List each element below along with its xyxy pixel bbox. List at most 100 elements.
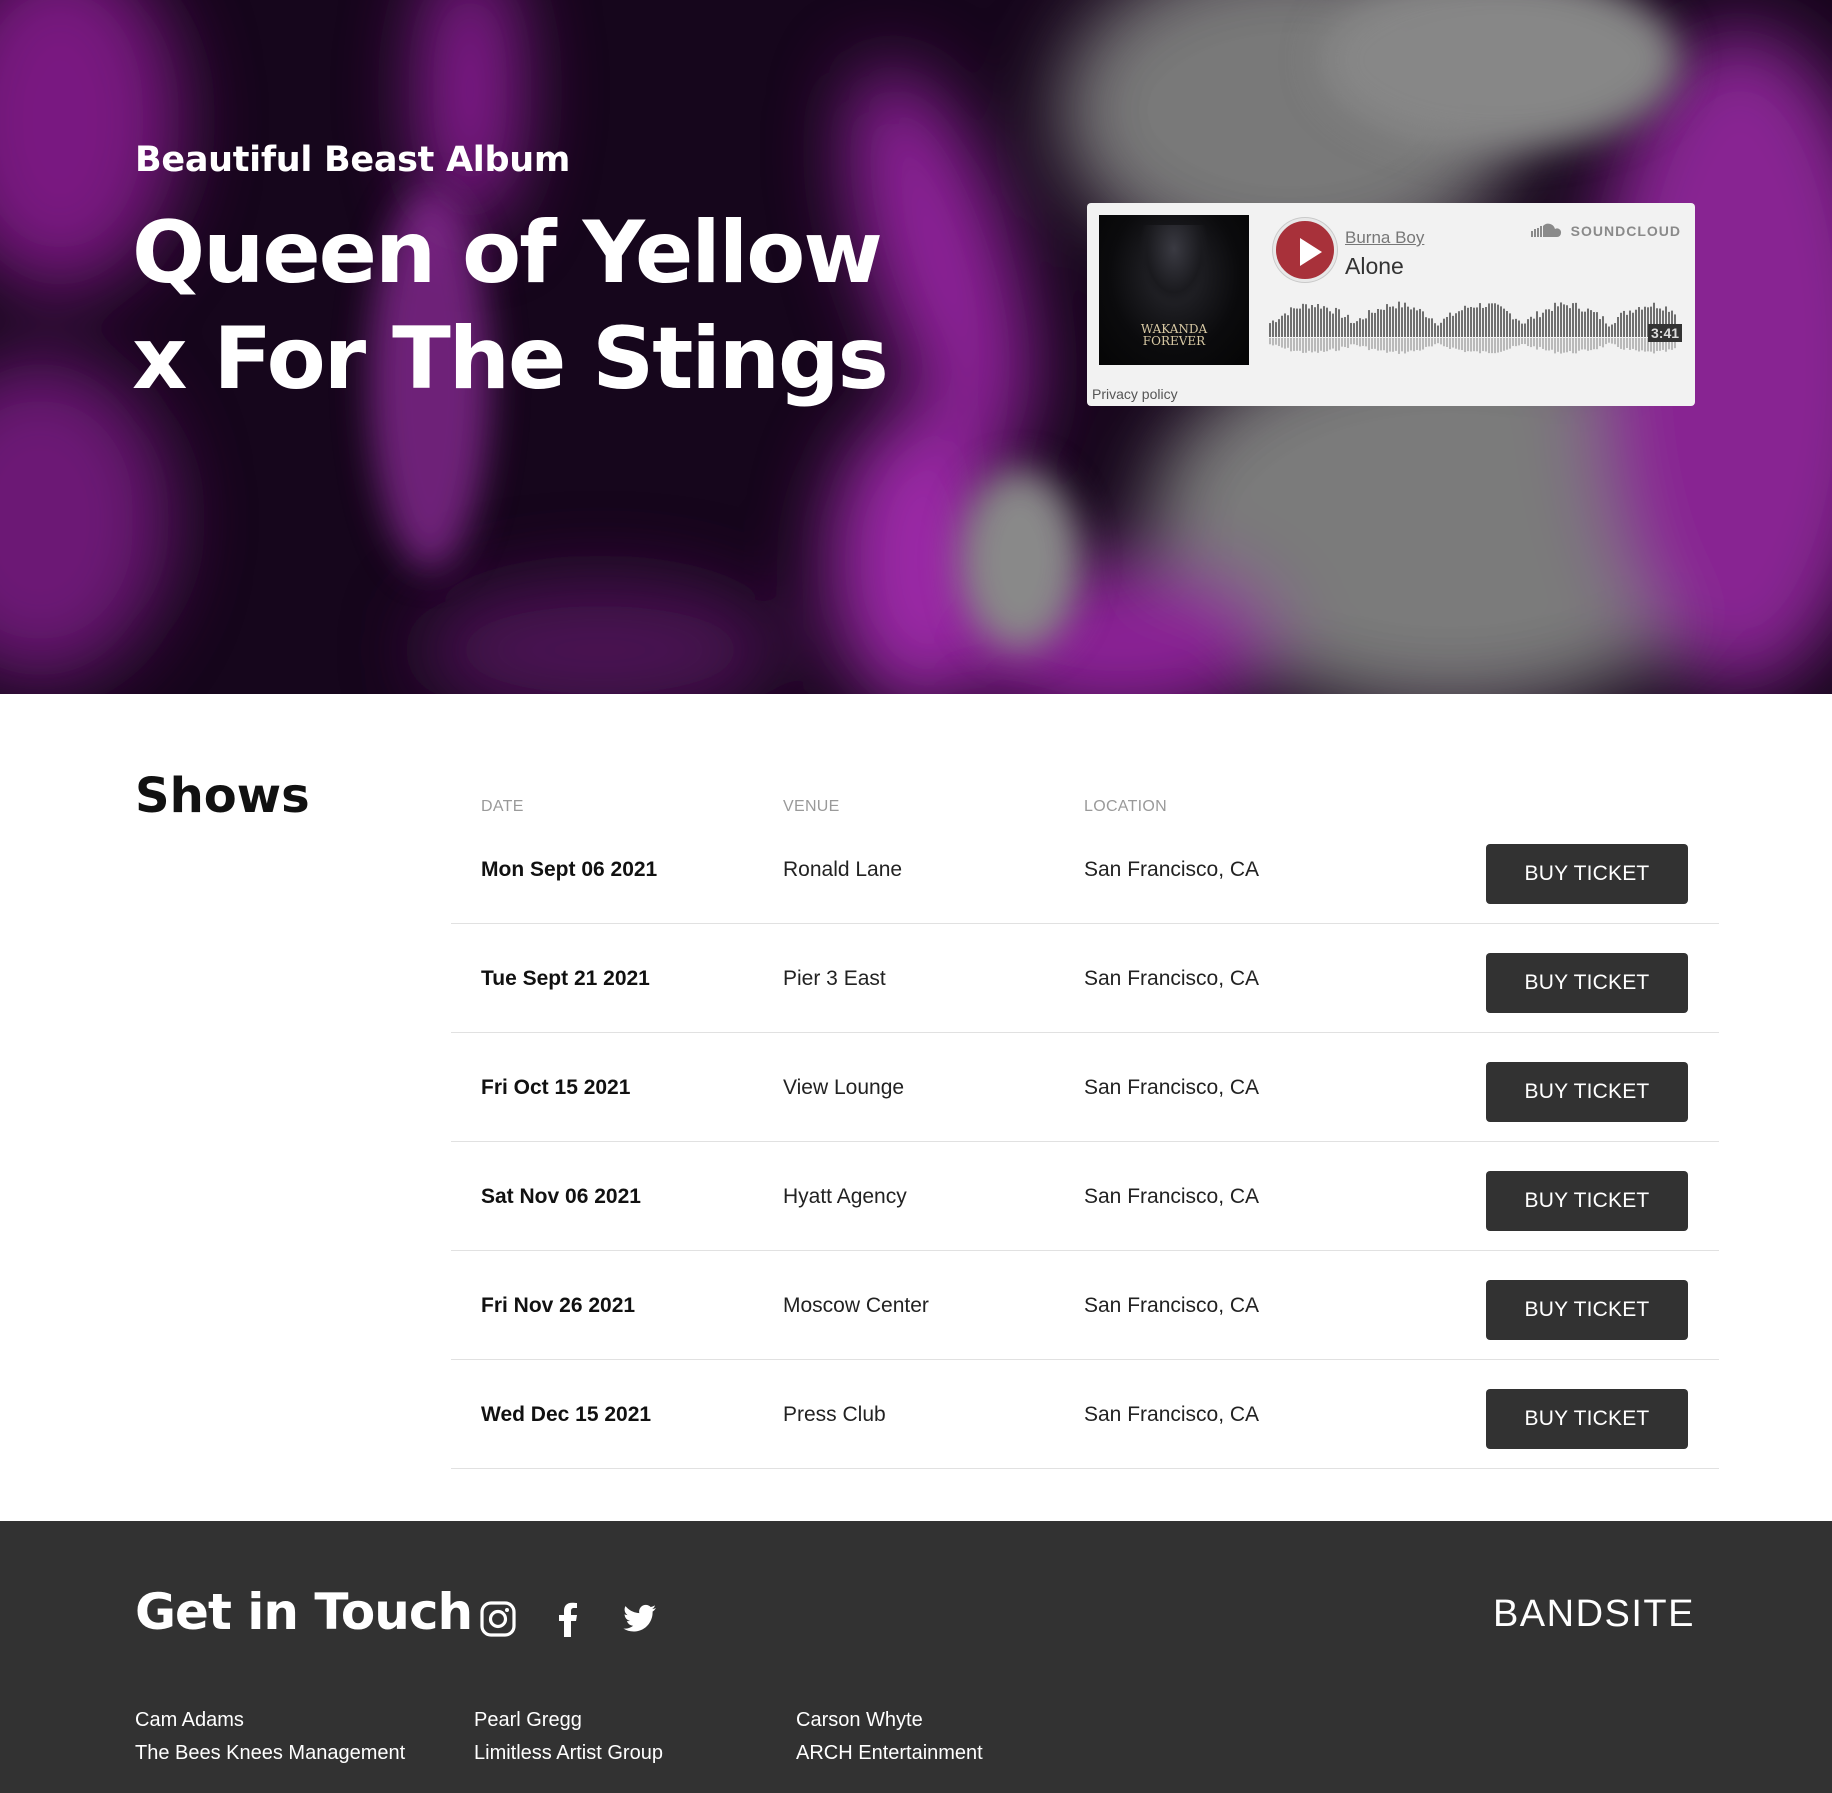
buy-ticket-button[interactable]: BUY TICKET — [1486, 1171, 1688, 1231]
waveform-bar — [1482, 307, 1484, 337]
twitter-icon[interactable] — [619, 1599, 659, 1639]
waveform-bar — [1284, 313, 1286, 337]
waveform-bar — [1485, 307, 1487, 337]
waveform-bar — [1299, 308, 1301, 337]
buy-ticket-button[interactable]: BUY TICKET — [1486, 1280, 1688, 1340]
hero-section: Beautiful Beast Album Queen of Yellow x … — [0, 0, 1832, 694]
waveform-bar — [1422, 311, 1424, 337]
waveform-reflection-bar — [1479, 338, 1481, 354]
waveform-bar — [1380, 309, 1382, 337]
buy-ticket-button[interactable]: BUY TICKET — [1486, 1389, 1688, 1449]
waveform-bar — [1440, 322, 1442, 337]
show-location: San Francisco, CA — [1084, 1076, 1260, 1099]
buy-ticket-button[interactable]: BUY TICKET — [1486, 953, 1688, 1013]
soundcloud-logo[interactable]: SOUNDCLOUD — [1530, 223, 1681, 239]
contact-block: Cam Adams The Bees Knees Management — [135, 1704, 405, 1770]
waveform-reflection-bar — [1494, 338, 1496, 354]
column-header-date: DATE — [481, 798, 524, 815]
waveform-reflection-bar — [1617, 338, 1619, 348]
waveform-bar — [1374, 312, 1376, 337]
waveform-bar — [1470, 306, 1472, 337]
waveform-bar — [1293, 308, 1295, 337]
instagram-icon[interactable] — [478, 1599, 518, 1639]
track-duration: 3:41 — [1648, 324, 1683, 342]
waveform-reflection-bar — [1413, 338, 1415, 352]
waveform-reflection-bar — [1506, 338, 1508, 350]
waveform-reflection-bar — [1305, 338, 1307, 353]
waveform-reflection-bar — [1644, 338, 1646, 352]
show-row[interactable]: Fri Oct 15 2021 View Lounge San Francisc… — [451, 1033, 1719, 1142]
waveform-bar — [1473, 307, 1475, 337]
waveform-bar — [1641, 309, 1643, 337]
album-artwork[interactable]: WAKANDA FOREVER — [1099, 215, 1249, 365]
waveform-bar — [1272, 320, 1274, 337]
waveform-reflection-bar — [1467, 338, 1469, 352]
waveform-reflection-bar — [1404, 338, 1406, 354]
waveform-bar — [1290, 307, 1292, 337]
waveform-reflection-bar — [1362, 338, 1364, 346]
waveform-bar — [1569, 308, 1571, 337]
waveform-bar — [1305, 304, 1307, 337]
waveform-reflection-bar — [1437, 338, 1439, 344]
waveform-reflection-bar — [1623, 338, 1625, 350]
show-row[interactable]: Tue Sept 21 2021 Pier 3 East San Francis… — [451, 924, 1719, 1033]
waveform-reflection-bar — [1536, 338, 1538, 350]
waveform-bar — [1323, 306, 1325, 337]
waveform-reflection-bar — [1365, 338, 1367, 347]
facebook-icon[interactable] — [549, 1599, 589, 1639]
soundcloud-player[interactable]: WAKANDA FOREVER Burna Boy Alone SOUNDCLO… — [1087, 203, 1695, 406]
waveform-reflection-bar — [1563, 338, 1565, 353]
waveform-bar — [1584, 311, 1586, 337]
waveform-reflection-bar — [1293, 338, 1295, 351]
waveform-bar — [1623, 310, 1625, 337]
waveform[interactable] — [1269, 295, 1681, 365]
waveform-reflection-bar — [1371, 338, 1373, 349]
waveform-bar — [1614, 323, 1616, 337]
show-venue: Ronald Lane — [783, 858, 903, 881]
bandsite-logo[interactable]: BANDSITE — [1493, 1593, 1695, 1636]
waveform-bar — [1302, 303, 1304, 337]
waveform-bar — [1575, 302, 1577, 337]
waveform-reflection-bar — [1581, 338, 1583, 350]
waveform-reflection-bar — [1503, 338, 1505, 351]
waveform-reflection-bar — [1488, 338, 1490, 354]
artist-link[interactable]: Burna Boy — [1345, 228, 1424, 248]
waveform-bar — [1332, 313, 1334, 337]
waveform-bar — [1533, 318, 1535, 337]
track-title[interactable]: Alone — [1345, 253, 1404, 280]
show-row[interactable]: Mon Sept 06 2021 Ronald Lane San Francis… — [451, 815, 1719, 924]
waveform-bar — [1644, 306, 1646, 337]
waveform-reflection-bar — [1341, 338, 1343, 347]
waveform-bar — [1545, 309, 1547, 337]
waveform-bar — [1431, 318, 1433, 337]
waveform-reflection-bar — [1464, 338, 1466, 353]
waveform-bar — [1416, 310, 1418, 337]
waveform-reflection-bar — [1527, 338, 1529, 347]
waveform-bar — [1311, 305, 1313, 337]
waveform-reflection-bar — [1566, 338, 1568, 353]
waveform-bar — [1494, 303, 1496, 337]
privacy-policy-link[interactable]: Privacy policy — [1092, 386, 1178, 402]
waveform-reflection-bar — [1461, 338, 1463, 351]
play-button[interactable] — [1273, 218, 1337, 282]
show-row[interactable]: Fri Nov 26 2021 Moscow Center San Franci… — [451, 1251, 1719, 1360]
buy-ticket-button[interactable]: BUY TICKET — [1486, 1062, 1688, 1122]
contact-block: Carson Whyte ARCH Entertainment — [796, 1704, 983, 1770]
hero-title: Queen of Yellow x For The Stings — [132, 200, 892, 412]
waveform-reflection-bar — [1500, 338, 1502, 352]
show-row[interactable]: Sat Nov 06 2021 Hyatt Agency San Francis… — [451, 1142, 1719, 1251]
contact-block: Pearl Gregg Limitless Artist Group — [474, 1704, 663, 1770]
waveform-reflection-bar — [1629, 338, 1631, 350]
show-row[interactable]: Wed Dec 15 2021 Press Club San Francisco… — [451, 1360, 1719, 1469]
waveform-bar — [1341, 317, 1343, 337]
waveform-reflection-bar — [1587, 338, 1589, 351]
waveform-reflection-bar — [1530, 338, 1532, 348]
waveform-reflection-bar — [1323, 338, 1325, 352]
buy-ticket-button[interactable]: BUY TICKET — [1486, 844, 1688, 904]
waveform-bar — [1395, 308, 1397, 337]
waveform-reflection-bar — [1395, 338, 1397, 351]
waveform-bar — [1491, 303, 1493, 337]
waveform-reflection-bar — [1473, 338, 1475, 352]
show-date: Fri Oct 15 2021 — [481, 1076, 631, 1099]
waveform-bar — [1317, 304, 1319, 337]
